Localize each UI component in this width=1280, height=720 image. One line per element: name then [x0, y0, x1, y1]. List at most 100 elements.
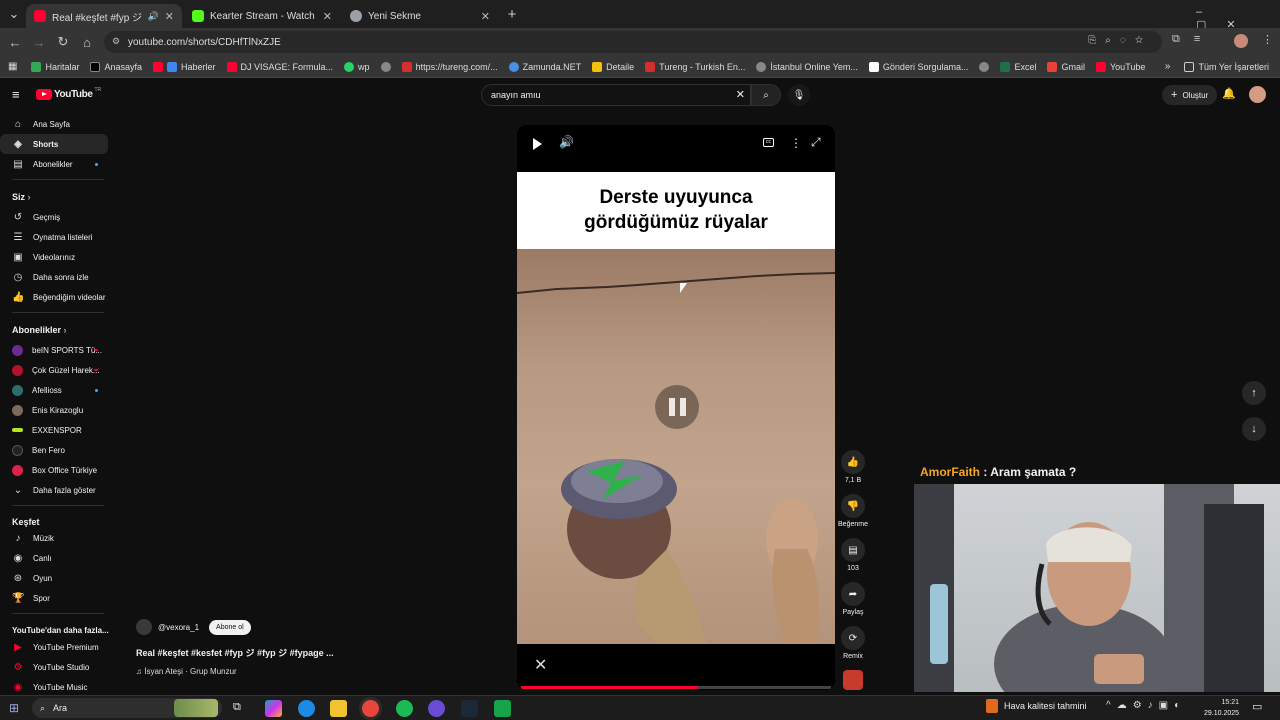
voice-search-button[interactable]: 🎙	[788, 84, 810, 106]
site-info-icon[interactable]: ⚙	[112, 36, 120, 47]
sidebar-item-history[interactable]: ↺ Geçmiş	[0, 207, 108, 227]
spotify-icon[interactable]	[396, 700, 413, 717]
chrome-icon[interactable]	[362, 700, 379, 717]
clear-search-icon[interactable]: ✕	[736, 88, 745, 101]
browser-menu-icons[interactable]: ⧉≡	[1172, 33, 1214, 46]
sidebar-item-playlists[interactable]: ☰ Oynatma listeleri	[0, 227, 108, 247]
sidebar-item-subscriptions[interactable]: ▤ Abonelikler	[0, 154, 108, 174]
subscription-channel[interactable]: Box Office Türkiye	[0, 460, 108, 480]
account-avatar[interactable]	[1249, 86, 1266, 103]
sidebar-item-gaming[interactable]: ⊛ Oyun	[0, 568, 108, 588]
task-view-icon[interactable]: ⧉	[233, 701, 241, 714]
bookmark-item[interactable]: Haberler	[153, 61, 216, 72]
bookmark-item[interactable]: Detaile	[592, 61, 634, 72]
volume-icon[interactable]: 🔊	[559, 135, 574, 149]
channel-avatar[interactable]	[136, 619, 152, 635]
subscription-channel[interactable]: Çok Güzel Harek...	[0, 360, 108, 380]
sidebar-item-home[interactable]: ⌂ Ana Sayfa	[0, 114, 108, 134]
clock[interactable]: 15:21 29.10.2025	[1204, 697, 1239, 719]
sidebar-item-watch-later[interactable]: ◷ Daha sonra izle	[0, 267, 108, 287]
tab-search-icon[interactable]: ⌄	[2, 2, 26, 26]
bookmark-item[interactable]: Zamunda.NET	[508, 61, 581, 72]
subscription-channel[interactable]: Enis Kirazoglu	[0, 400, 108, 420]
discord-icon[interactable]	[428, 700, 445, 717]
channel-name[interactable]: @vexora_1	[158, 623, 199, 632]
bookmark-item[interactable]: YouTube	[1096, 61, 1145, 72]
windows-start-icon[interactable]: ⊞	[9, 701, 19, 715]
sidebar-item-youtube-music[interactable]: ◉ YouTube Music	[0, 677, 108, 697]
sidebar-item-liked-videos[interactable]: 👍 Beğendiğim videolar	[0, 287, 108, 307]
captions-icon[interactable]: cc	[763, 138, 774, 147]
bookmark-item[interactable]: Haritalar	[31, 61, 79, 72]
subscription-channel[interactable]: beIN SPORTS Tü...	[0, 340, 108, 360]
app-icon[interactable]	[494, 700, 511, 717]
short-title[interactable]: Real #keşfet #kesfet #fyp ジ #fyp ジ #fypa…	[136, 646, 334, 659]
create-button[interactable]: + Oluştur	[1162, 85, 1218, 105]
notifications-bell-icon[interactable]: 🔔	[1222, 87, 1236, 100]
close-tab-icon[interactable]: ✕	[323, 10, 332, 23]
notifications-icon[interactable]: ▭	[1252, 700, 1262, 713]
comments-button[interactable]: ▤ 103	[838, 538, 868, 572]
bookmark-item[interactable]: Gmail	[1047, 61, 1085, 72]
play-icon[interactable]	[533, 138, 542, 150]
subscription-channel[interactable]: Afellioss	[0, 380, 108, 400]
bookmark-item[interactable]	[979, 61, 990, 72]
next-short-button[interactable]: ↓	[1242, 417, 1266, 441]
bookmark-item[interactable]	[380, 61, 391, 72]
subscribe-button[interactable]: Abone ol	[209, 619, 251, 635]
section-subscriptions-header[interactable]: Abonelikler ›	[12, 325, 67, 335]
new-tab-icon[interactable]: +	[500, 2, 524, 26]
sidebar-item-youtube-premium[interactable]: ▶ YouTube Premium	[0, 637, 108, 657]
sidebar-item-your-videos[interactable]: ▣ Videolarınız	[0, 247, 108, 267]
pause-overlay-icon[interactable]	[655, 385, 699, 429]
all-bookmarks[interactable]: Tüm Yer İşaretleri	[1184, 61, 1269, 72]
show-more-button[interactable]: ⌄ Daha fazla göster	[0, 480, 108, 500]
system-tray-icons[interactable]: ^☁⚙♪▣◐	[1106, 700, 1186, 711]
previous-short-button[interactable]: ↑	[1242, 381, 1266, 405]
back-icon[interactable]: ←	[3, 30, 27, 54]
bookmark-item[interactable]: Anasayfa	[90, 61, 142, 72]
tab-kearter-stream[interactable]: Kearter Stream - Watch Live on ✕	[184, 4, 340, 28]
subscription-channel[interactable]: EXXENSPOR	[0, 420, 108, 440]
profile-avatar[interactable]	[1234, 34, 1248, 48]
edge-icon[interactable]	[298, 700, 315, 717]
bookmark-item[interactable]: https://tureng.com/...	[401, 61, 498, 72]
bookmark-item[interactable]: Gönderi Sorgulama...	[868, 61, 968, 72]
audio-playing-icon[interactable]: 🔊	[148, 11, 159, 22]
sidebar-item-music[interactable]: ♪ Müzik	[0, 528, 108, 548]
search-input[interactable]: anayın amıu ✕	[481, 84, 751, 106]
dislike-button[interactable]: 👎 Beğenme	[838, 494, 868, 528]
forward-icon[interactable]: →	[27, 30, 51, 54]
copilot-icon[interactable]	[265, 700, 282, 717]
bookmark-item[interactable]: wp	[344, 61, 370, 72]
shorts-player[interactable]: 🔊 cc ⋮ ⤢ Derste uyuyunca gördüğümüz rüya…	[517, 125, 835, 690]
sidebar-item-sports[interactable]: 🏆 Spor	[0, 588, 108, 608]
taskbar-search[interactable]: ⌕ Ara	[32, 698, 222, 718]
bookmark-item[interactable]: DJ VISAGE: Formula...	[226, 61, 333, 72]
reload-icon[interactable]: ↻	[51, 30, 75, 54]
fullscreen-icon[interactable]: ⤢	[811, 135, 821, 150]
section-you-header[interactable]: Siz ›	[12, 192, 31, 202]
search-button[interactable]: ⌕	[751, 84, 781, 106]
close-tab-icon[interactable]: ✕	[481, 10, 490, 23]
steam-icon[interactable]	[461, 700, 478, 717]
address-bar-actions[interactable]: ⎘⌕◌☆	[1088, 35, 1152, 46]
tab-youtube-short[interactable]: Real #keşfet #fyp ジ 🔊 ✕	[26, 4, 182, 28]
hamburger-menu-icon[interactable]: ≡	[12, 87, 20, 102]
bookmark-item[interactable]: Tureng - Turkish En...	[645, 61, 745, 72]
more-options-icon[interactable]: ⋮	[790, 136, 802, 150]
youtube-logo[interactable]: YouTube TR	[36, 87, 101, 100]
sidebar-item-youtube-studio[interactable]: ⚙ YouTube Studio	[0, 657, 108, 677]
weather-widget[interactable]: Hava kalitesi tahmini	[986, 699, 1087, 713]
address-bar[interactable]: ⚙ youtube.com/shorts/CDHfTlNxZJE ⎘⌕◌☆	[104, 31, 1162, 53]
share-button[interactable]: ➦ Paylaş	[838, 582, 868, 616]
remix-button[interactable]: ⟳ Remix	[838, 626, 868, 660]
like-button[interactable]: 👍 7,1 B	[838, 450, 868, 484]
kebab-menu-icon[interactable]: ⋮	[1262, 33, 1273, 46]
apps-icon[interactable]: ▦	[8, 61, 17, 72]
sidebar-item-live[interactable]: ◉ Canlı	[0, 548, 108, 568]
file-explorer-icon[interactable]	[330, 700, 347, 717]
bookmark-item[interactable]: Excel	[1000, 61, 1036, 72]
home-icon[interactable]: ⌂	[75, 30, 99, 54]
sidebar-item-shorts[interactable]: ◈ Shorts	[0, 134, 108, 154]
